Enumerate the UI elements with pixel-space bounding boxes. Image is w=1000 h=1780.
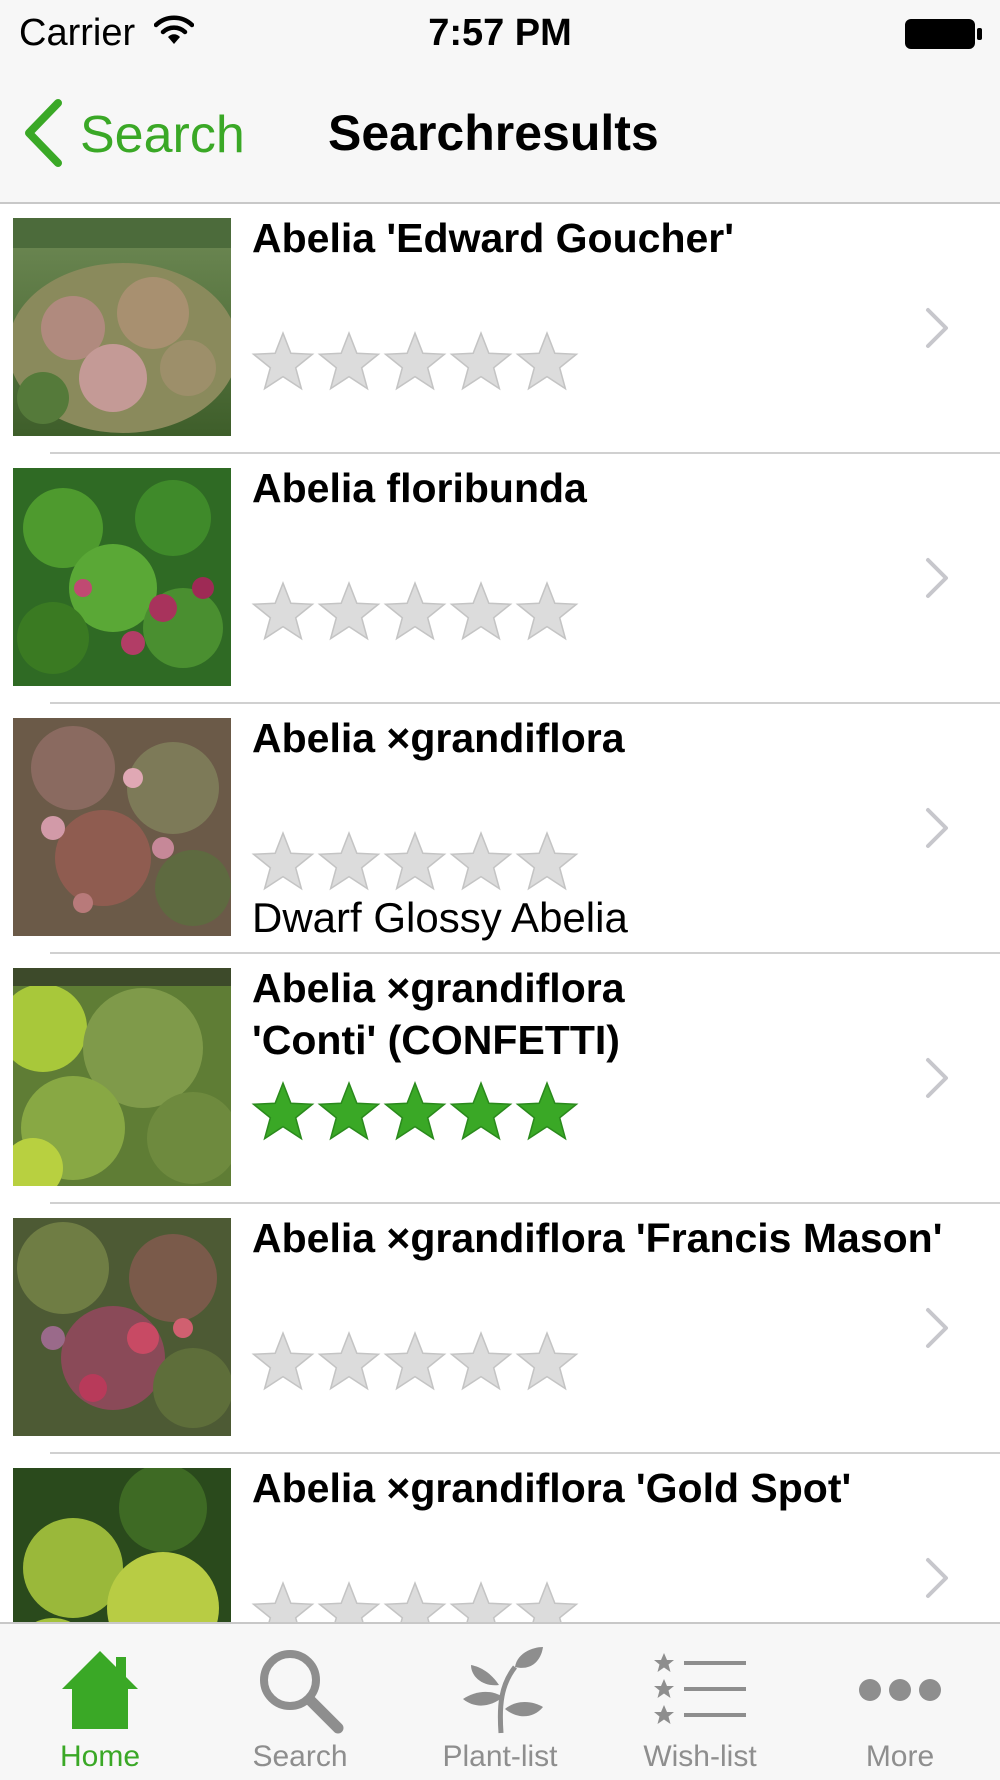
plant-photo — [13, 968, 231, 1186]
plant-name: Abelia ×grandiflora 'Conti' (CONFETTI) — [252, 965, 625, 1063]
star-empty-icon — [317, 580, 381, 641]
star-list-icon — [600, 1642, 800, 1738]
plant-name: Abelia ×grandiflora 'Francis Mason' — [252, 1215, 943, 1261]
tab-label: Plant-list — [442, 1740, 558, 1773]
star-empty-icon — [251, 1580, 315, 1622]
navigation-bar: Search Searchresults — [0, 68, 1000, 204]
star-empty-icon — [515, 330, 579, 391]
star-empty-icon — [317, 1330, 381, 1391]
chevron-right-icon — [922, 1554, 952, 1607]
chevron-right-icon — [922, 1304, 952, 1357]
plant-name: Abelia ×grandiflora 'Gold Spot' — [252, 1465, 852, 1511]
star-empty-icon — [515, 1580, 579, 1622]
rating-stars — [250, 830, 580, 894]
tab-search[interactable]: Search — [200, 1624, 400, 1780]
result-row[interactable]: Abelia ×grandiflora 'Conti' (CONFETTI) — [0, 954, 1000, 1204]
star-empty-icon — [449, 1330, 513, 1391]
search-results-list[interactable]: Abelia 'Edward Goucher' Abelia floribund… — [0, 204, 1000, 1622]
clock: 7:57 PM — [428, 12, 572, 54]
star-empty-icon — [449, 1580, 513, 1622]
rating-stars — [250, 1580, 580, 1622]
star-empty-icon — [449, 330, 513, 391]
chevron-right-icon — [922, 804, 952, 857]
star-filled-icon — [449, 1080, 513, 1141]
plant-icon — [400, 1642, 600, 1738]
tab-label: Wish-list — [643, 1740, 757, 1773]
tab-label: Home — [59, 1740, 141, 1773]
tab-bar: Home Search Plant-list Wish-list More — [0, 1622, 1000, 1780]
more-icon — [800, 1642, 1000, 1738]
result-row[interactable]: Abelia ×grandiflora 'Gold Spot' — [0, 1454, 1000, 1622]
star-empty-icon — [449, 830, 513, 891]
back-button-label: Search — [80, 106, 245, 164]
home-icon — [0, 1642, 200, 1738]
plant-photo — [13, 218, 231, 436]
back-button[interactable]: Search — [22, 96, 245, 174]
plant-photo — [13, 1218, 231, 1436]
plant-name: Abelia floribunda — [252, 465, 587, 511]
plant-name: Abelia ×grandiflora — [252, 715, 625, 761]
star-empty-icon — [383, 1580, 447, 1622]
result-row[interactable]: Abelia ×grandiflora Dwarf Glossy Abelia — [0, 704, 1000, 954]
page-title: Searchresults — [328, 105, 659, 161]
tab-label: Search — [252, 1740, 348, 1773]
result-row[interactable]: Abelia ×grandiflora 'Francis Mason' — [0, 1204, 1000, 1454]
common-name: Dwarf Glossy Abelia — [252, 894, 628, 941]
tab-home[interactable]: Home — [0, 1624, 200, 1780]
star-empty-icon — [251, 830, 315, 891]
chevron-right-icon — [922, 554, 952, 607]
plant-name: Abelia 'Edward Goucher' — [252, 215, 734, 261]
tab-wish-list[interactable]: Wish-list — [600, 1624, 800, 1780]
star-filled-icon — [317, 1080, 381, 1141]
star-empty-icon — [317, 830, 381, 891]
star-empty-icon — [515, 1330, 579, 1391]
tab-plant-list[interactable]: Plant-list — [400, 1624, 600, 1780]
plant-photo — [13, 468, 231, 686]
plant-photo — [13, 718, 231, 936]
status-bar: Carrier 7:57 PM — [0, 0, 1000, 68]
rating-stars — [250, 1080, 580, 1144]
plant-photo — [13, 1468, 231, 1622]
star-empty-icon — [383, 1330, 447, 1391]
star-empty-icon — [383, 830, 447, 891]
star-empty-icon — [317, 1580, 381, 1622]
search-icon — [200, 1642, 400, 1738]
star-filled-icon — [251, 1080, 315, 1141]
rating-stars — [250, 1330, 580, 1394]
chevron-left-icon — [22, 98, 64, 172]
result-row[interactable]: Abelia 'Edward Goucher' — [0, 204, 1000, 454]
star-empty-icon — [251, 330, 315, 391]
rating-stars — [250, 580, 580, 644]
star-empty-icon — [251, 1330, 315, 1391]
battery-icon — [904, 16, 984, 57]
tab-more[interactable]: More — [800, 1624, 1000, 1780]
star-filled-icon — [383, 1080, 447, 1141]
star-filled-icon — [515, 1080, 579, 1141]
star-empty-icon — [317, 330, 381, 391]
tab-label: More — [865, 1740, 935, 1773]
chevron-right-icon — [922, 1054, 952, 1107]
star-empty-icon — [383, 330, 447, 391]
result-row[interactable]: Abelia floribunda — [0, 454, 1000, 704]
star-empty-icon — [515, 580, 579, 641]
chevron-right-icon — [922, 304, 952, 357]
star-empty-icon — [515, 830, 579, 891]
rating-stars — [250, 330, 580, 394]
star-empty-icon — [449, 580, 513, 641]
star-empty-icon — [251, 580, 315, 641]
star-empty-icon — [383, 580, 447, 641]
